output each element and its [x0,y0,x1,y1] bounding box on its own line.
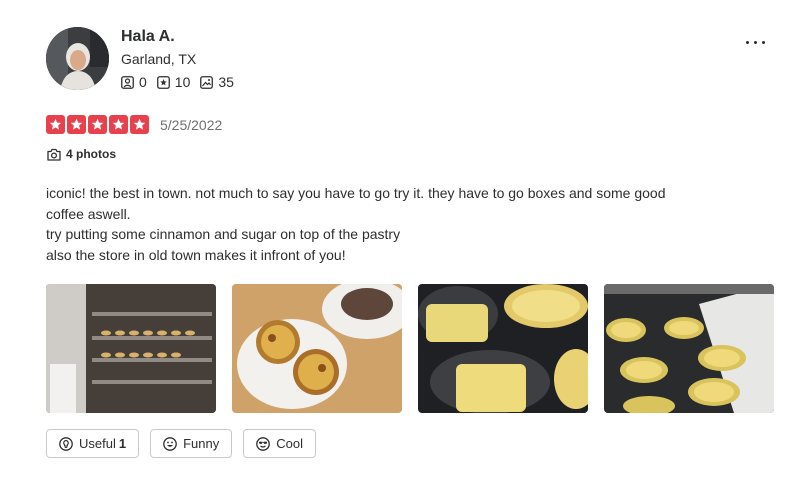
reviews-count: 10 [174,74,191,90]
star-icon [46,115,65,134]
photo-gallery [46,284,790,413]
star-icon [67,115,86,134]
useful-label: Useful [79,436,116,451]
useful-count: 1 [118,436,127,451]
cool-button[interactable]: Cool [243,429,316,458]
smiley-icon [163,436,177,451]
friends-stat: 0 [121,74,147,90]
star-icon [109,115,128,134]
review-line: iconic! the best in town. not much to sa… [46,185,666,201]
review-line: try putting some cinnamon and sugar on t… [46,226,401,242]
sunglasses-icon [256,436,271,451]
star-rating [46,115,151,134]
reviews-stat: 10 [156,74,191,90]
photos-link-label: 4 photos [66,147,116,161]
cool-label: Cool [276,436,303,451]
camera-icon [47,148,61,161]
star-icon [130,115,149,134]
review-photo-2[interactable] [232,284,402,413]
review-star-icon [156,75,170,89]
photo-icon [200,75,214,89]
friends-count: 0 [139,74,147,90]
user-name[interactable]: Hala A. [121,28,175,46]
photos-count: 35 [218,74,234,90]
funny-button[interactable]: Funny [150,429,233,458]
more-options-icon[interactable] [744,36,768,48]
review-line: also the store in old town makes it infr… [46,246,346,263]
reaction-buttons: Useful 1 Funny Cool [46,429,327,458]
lightbulb-icon [59,436,73,451]
friends-icon [121,75,134,89]
review-text: iconic! the best in town. not much to sa… [46,183,736,265]
review-photo-3[interactable] [418,284,588,413]
funny-label: Funny [183,436,220,451]
star-icon [88,115,107,134]
review-photo-4[interactable] [604,284,774,413]
review-photo-1[interactable] [46,284,216,413]
photos-link[interactable]: 4 photos [47,147,116,161]
user-avatar[interactable] [46,27,109,90]
review-date: 5/25/2022 [160,117,223,133]
photos-stat: 35 [200,74,234,90]
review-line: coffee aswell. [46,205,131,222]
user-stats: 0 10 35 [121,74,244,90]
useful-button[interactable]: Useful 1 [46,429,140,458]
user-location: Garland, TX [121,51,197,67]
